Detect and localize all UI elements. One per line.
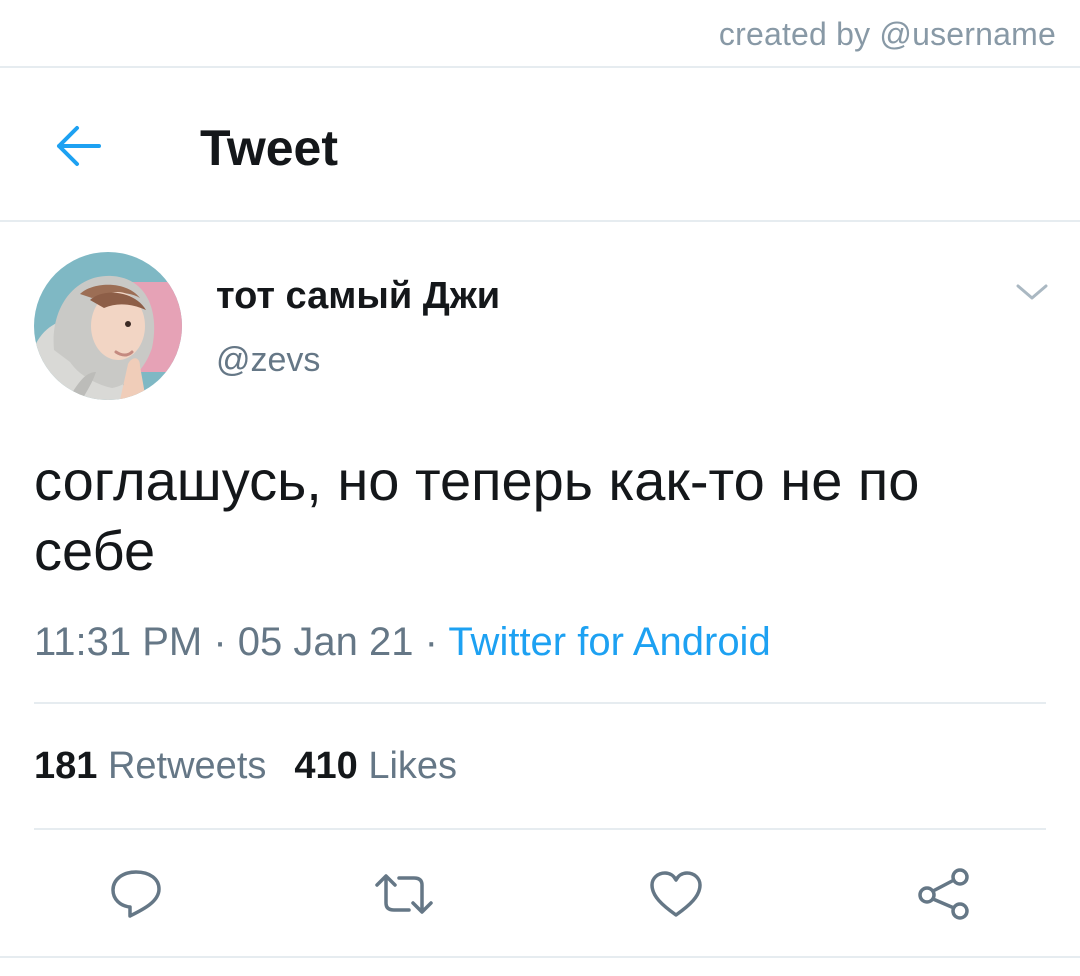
page-title: Tweet [200, 120, 338, 176]
watermark-credit: created by @username [718, 16, 1056, 52]
chevron-down-icon [1016, 284, 1048, 300]
reply-button[interactable] [104, 862, 168, 926]
tweet-text: соглашусь, но теперь как-то не по себе [34, 449, 920, 582]
avatar[interactable] [34, 252, 182, 400]
divider [0, 220, 1080, 222]
tweet-date: 05 Jan 21 [237, 620, 414, 664]
arrow-left-icon [57, 126, 101, 166]
divider [34, 828, 1046, 830]
back-button[interactable] [50, 118, 106, 174]
retweet-button[interactable] [372, 862, 436, 926]
avatar-image [34, 252, 182, 400]
retweets-count: 181 [34, 745, 98, 787]
likes-count: 410 [294, 745, 358, 787]
share-button[interactable] [912, 862, 976, 926]
reply-icon [111, 870, 161, 918]
divider [0, 956, 1080, 958]
tweet-time: 11:31 PM [34, 620, 203, 664]
more-options-button[interactable] [1012, 276, 1052, 308]
meta-separator: · [413, 620, 449, 664]
divider [34, 702, 1046, 704]
author-display-name[interactable]: тот самый Джи [216, 274, 500, 318]
meta-separator: · [202, 620, 238, 664]
divider [0, 66, 1080, 68]
tweet-stats: 181 Retweets 410 Likes [34, 742, 457, 790]
author-handle[interactable]: @zevs [216, 340, 320, 380]
tweet-source-link[interactable]: Twitter for Android [448, 620, 770, 664]
tweet-screen: created by @username Tweet тот самый Джи… [0, 0, 1080, 976]
retweets-label: Retweets [107, 745, 267, 787]
tweet-meta: 11:31 PM · 05 Jan 21 · Twitter for Andro… [34, 618, 771, 666]
retweet-icon [375, 874, 433, 914]
likes-label: Likes [368, 745, 458, 787]
share-icon [918, 868, 969, 920]
heart-icon [650, 871, 702, 917]
likes-stat[interactable]: 410 Likes [294, 745, 457, 787]
like-button[interactable] [644, 862, 708, 926]
retweets-stat[interactable]: 181 Retweets [34, 745, 266, 787]
